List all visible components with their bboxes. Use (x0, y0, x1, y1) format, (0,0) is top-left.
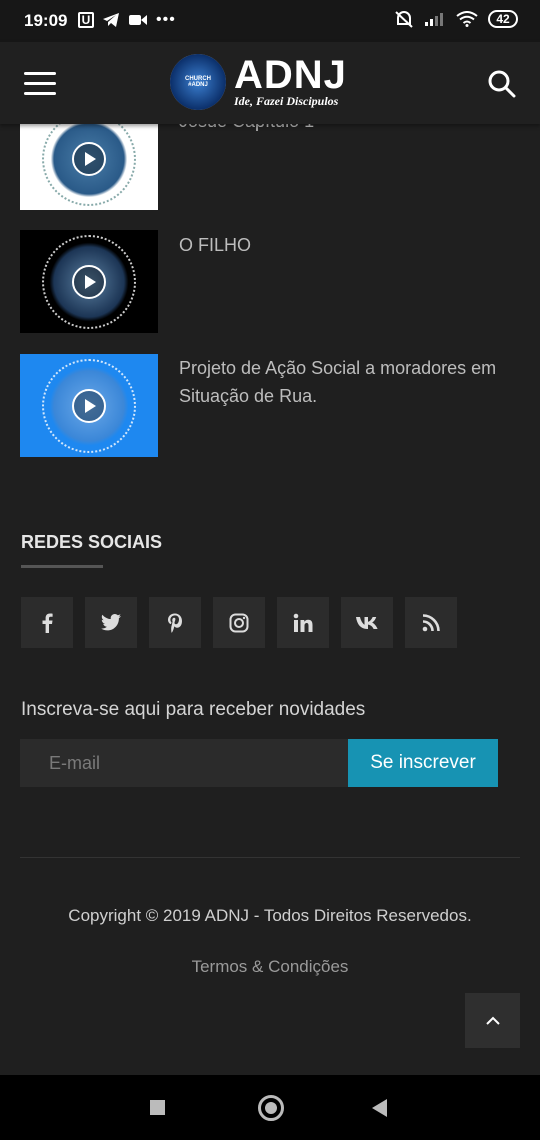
system-icons: 42 (394, 10, 518, 28)
menu-icon[interactable] (24, 72, 56, 96)
wifi-icon (456, 11, 478, 27)
copyright-text: Copyright © 2019 ADNJ - Todos Direitos R… (68, 906, 472, 925)
signal-icon (425, 13, 443, 26)
chevron-up-icon (485, 1016, 500, 1025)
logo-subtitle: Ide, Fazei Discipulos (234, 93, 339, 108)
play-icon (72, 141, 106, 176)
pinterest-icon[interactable] (149, 597, 201, 648)
linkedin-icon[interactable] (277, 597, 329, 648)
video-icon (129, 15, 147, 25)
battery-indicator: 42 (488, 10, 518, 28)
post-title[interactable]: O FILHO (179, 231, 524, 259)
vk-icon[interactable] (341, 597, 393, 648)
u-app-icon: U (78, 12, 94, 28)
logo-title: ADNJ (234, 52, 347, 97)
instagram-icon[interactable] (213, 597, 265, 648)
email-field[interactable] (20, 739, 348, 787)
system-nav-bar (0, 1075, 540, 1140)
play-icon (72, 388, 106, 423)
post-title[interactable]: Projeto de Ação Social a moradores em Si… (179, 354, 524, 410)
logo-badge: CHURCH #ADNJ (170, 54, 226, 110)
footer-divider (20, 857, 520, 858)
terms-link[interactable]: Termos & Condições (0, 957, 540, 977)
list-item[interactable]: Projeto de Ação Social a moradores em Si… (20, 354, 496, 457)
social-section-title: REDES SOCIAIS (21, 532, 163, 552)
recent-apps-button[interactable] (150, 1100, 165, 1115)
alarm-off-icon (395, 11, 413, 28)
notification-icons: U ••• (78, 11, 176, 29)
social-links (21, 597, 457, 648)
site-header: CHURCH #ADNJ ADNJ Ide, Fazei Discipulos (0, 42, 540, 124)
subscribe-button[interactable]: Se inscrever (348, 739, 498, 787)
newsletter-label: Inscreva-se aqui para receber novidades (21, 699, 366, 720)
status-bar: 19:09 U ••• 42 (0, 0, 540, 42)
logo-badge-text: CHURCH #ADNJ (185, 76, 211, 88)
post-thumbnail[interactable] (20, 230, 158, 333)
section-underline (21, 565, 103, 568)
search-icon[interactable] (488, 70, 516, 98)
more-icon: ••• (156, 11, 176, 28)
rss-icon[interactable] (405, 597, 457, 648)
home-button[interactable] (258, 1095, 284, 1121)
facebook-icon[interactable] (21, 597, 73, 648)
site-logo[interactable]: CHURCH #ADNJ ADNJ Ide, Fazei Discipulos (170, 54, 347, 110)
back-to-top-button[interactable] (465, 993, 520, 1048)
telegram-icon (103, 13, 119, 27)
status-time: 19:09 (24, 11, 68, 30)
twitter-icon[interactable] (85, 597, 137, 648)
play-icon (72, 264, 106, 299)
post-thumbnail[interactable] (20, 354, 158, 457)
list-item[interactable]: O FILHO (20, 230, 251, 333)
back-button[interactable] (372, 1099, 387, 1117)
